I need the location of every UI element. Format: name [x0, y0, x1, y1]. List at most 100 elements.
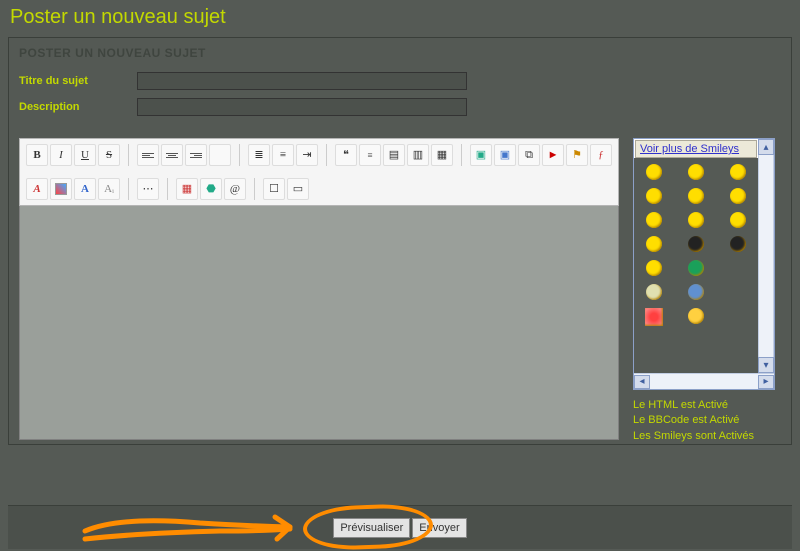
message-textarea[interactable]: [19, 206, 619, 440]
smiley-grin[interactable]: [646, 164, 662, 180]
list-ol-button[interactable]: ≡: [272, 144, 294, 166]
smiley-blue[interactable]: [688, 284, 704, 300]
page-icon: ☐: [269, 184, 279, 195]
italic-button[interactable]: I: [50, 144, 72, 166]
quote-icon: ❝: [343, 150, 349, 161]
align-right-button[interactable]: [185, 144, 207, 166]
fontbg-button[interactable]: [50, 178, 72, 200]
smiley-wink[interactable]: [646, 236, 662, 252]
smiley-box: ▴ ▾ Voir plus de Smileys: [633, 138, 775, 390]
table-button[interactable]: ▦: [431, 144, 453, 166]
separator: [461, 144, 462, 166]
align-left-icon: [142, 153, 154, 158]
flash-button[interactable]: ƒ: [590, 144, 612, 166]
warn-button[interactable]: ⚑: [566, 144, 588, 166]
hidden-icon: ▥: [413, 150, 423, 161]
align-center-button[interactable]: [161, 144, 183, 166]
separator: [254, 178, 255, 200]
more-icon: ⋯: [143, 184, 154, 195]
list-ul-icon: ≣: [254, 150, 263, 161]
link-button[interactable]: ⧉: [518, 144, 540, 166]
smiley-yellowheart[interactable]: [688, 308, 704, 324]
separator: [167, 178, 168, 200]
imagehost-button[interactable]: ▣: [470, 144, 492, 166]
mention-icon: @: [230, 184, 240, 195]
warn-icon: ⚑: [572, 150, 582, 161]
flash-icon: ƒ: [598, 150, 604, 161]
quote-button[interactable]: ❝: [335, 144, 357, 166]
underline-button[interactable]: U: [74, 144, 96, 166]
page-button[interactable]: ☐: [263, 178, 285, 200]
fontsize-button[interactable]: A: [74, 178, 96, 200]
smiley-happy[interactable]: [730, 188, 746, 204]
new-topic-panel: POSTER UN NOUVEAU SUJET Titre du sujet D…: [8, 37, 792, 445]
separator: [128, 144, 129, 166]
strike-button[interactable]: S: [98, 144, 120, 166]
panel-header: POSTER UN NOUVEAU SUJET: [9, 38, 791, 68]
submit-button[interactable]: Envoyer: [412, 518, 466, 538]
dice-icon: ⬣: [206, 184, 216, 195]
description-input[interactable]: [137, 98, 467, 116]
smiley-hscroll[interactable]: ◂ ▸: [634, 373, 774, 389]
smiley-laugh[interactable]: [730, 164, 746, 180]
list-ul-button[interactable]: ≣: [248, 144, 270, 166]
smiley-pale[interactable]: [646, 284, 662, 300]
smiley-redheart[interactable]: [645, 308, 663, 326]
separator: [326, 144, 327, 166]
scroll-track[interactable]: [758, 155, 774, 373]
image-button[interactable]: ▣: [494, 144, 516, 166]
status-smileys: Les Smileys sont Activés: [633, 429, 775, 444]
scroll-up-button[interactable]: ▴: [758, 139, 774, 155]
preview-button[interactable]: Prévisualiser: [333, 518, 410, 538]
bold-icon: B: [33, 150, 40, 161]
youtube-icon: ▶: [550, 151, 556, 159]
hscroll-right[interactable]: ▸: [758, 375, 774, 389]
editor-area: B I U S ≣ ≡ ⇥: [19, 138, 781, 444]
calendar-icon: ▦: [182, 184, 192, 195]
youtube-button[interactable]: ▶: [542, 144, 564, 166]
smiley-grid: [634, 158, 758, 373]
doc-button[interactable]: ▭: [287, 178, 309, 200]
smiley-cool2[interactable]: [730, 212, 746, 228]
mention-button[interactable]: @: [224, 178, 246, 200]
underline-icon: U: [81, 150, 89, 161]
smiley-sad[interactable]: [646, 212, 662, 228]
align-left-button[interactable]: [137, 144, 159, 166]
link-icon: ⧉: [525, 150, 533, 161]
more-smileys-link[interactable]: Voir plus de Smileys: [635, 140, 757, 158]
doc-icon: ▭: [293, 184, 303, 195]
hscroll-left[interactable]: ◂: [634, 375, 650, 389]
spoiler-button[interactable]: ▤: [383, 144, 405, 166]
list-indent-button[interactable]: ⇥: [296, 144, 318, 166]
code-button[interactable]: ≡: [359, 144, 381, 166]
smiley-cool[interactable]: [646, 188, 662, 204]
subject-input[interactable]: [137, 72, 467, 90]
smiley-neutral[interactable]: [688, 188, 704, 204]
editor: B I U S ≣ ≡ ⇥: [19, 138, 619, 443]
imagehost-icon: ▣: [476, 150, 486, 161]
smiley-surprised[interactable]: [688, 212, 704, 228]
image-icon: ▣: [500, 150, 510, 161]
smiley-exclaim[interactable]: [688, 236, 704, 252]
smiley-smile[interactable]: [688, 164, 704, 180]
more-button[interactable]: ⋯: [137, 178, 159, 200]
dice-button[interactable]: ⬣: [200, 178, 222, 200]
calendar-button[interactable]: ▦: [176, 178, 198, 200]
italic-icon: I: [59, 150, 63, 161]
fontfamily-button[interactable]: Aᵢ: [98, 178, 120, 200]
fontfamily-icon: Aᵢ: [104, 184, 114, 195]
smiley-idea[interactable]: [646, 260, 662, 276]
subject-label: Titre du sujet: [19, 75, 137, 87]
code-icon: ≡: [367, 151, 372, 160]
fontcolor-button[interactable]: A: [26, 178, 48, 200]
editor-toolbar: B I U S ≣ ≡ ⇥: [19, 138, 619, 206]
align-justify-button[interactable]: [209, 144, 231, 166]
fontbg-icon: [55, 183, 67, 195]
smiley-question[interactable]: [730, 236, 746, 252]
bold-button[interactable]: B: [26, 144, 48, 166]
page-title: Poster un nouveau sujet: [0, 0, 800, 37]
smiley-mrgreen[interactable]: [688, 260, 704, 276]
hidden-button[interactable]: ▥: [407, 144, 429, 166]
scroll-down-button[interactable]: ▾: [758, 357, 774, 373]
indent-icon: ⇥: [302, 150, 311, 161]
